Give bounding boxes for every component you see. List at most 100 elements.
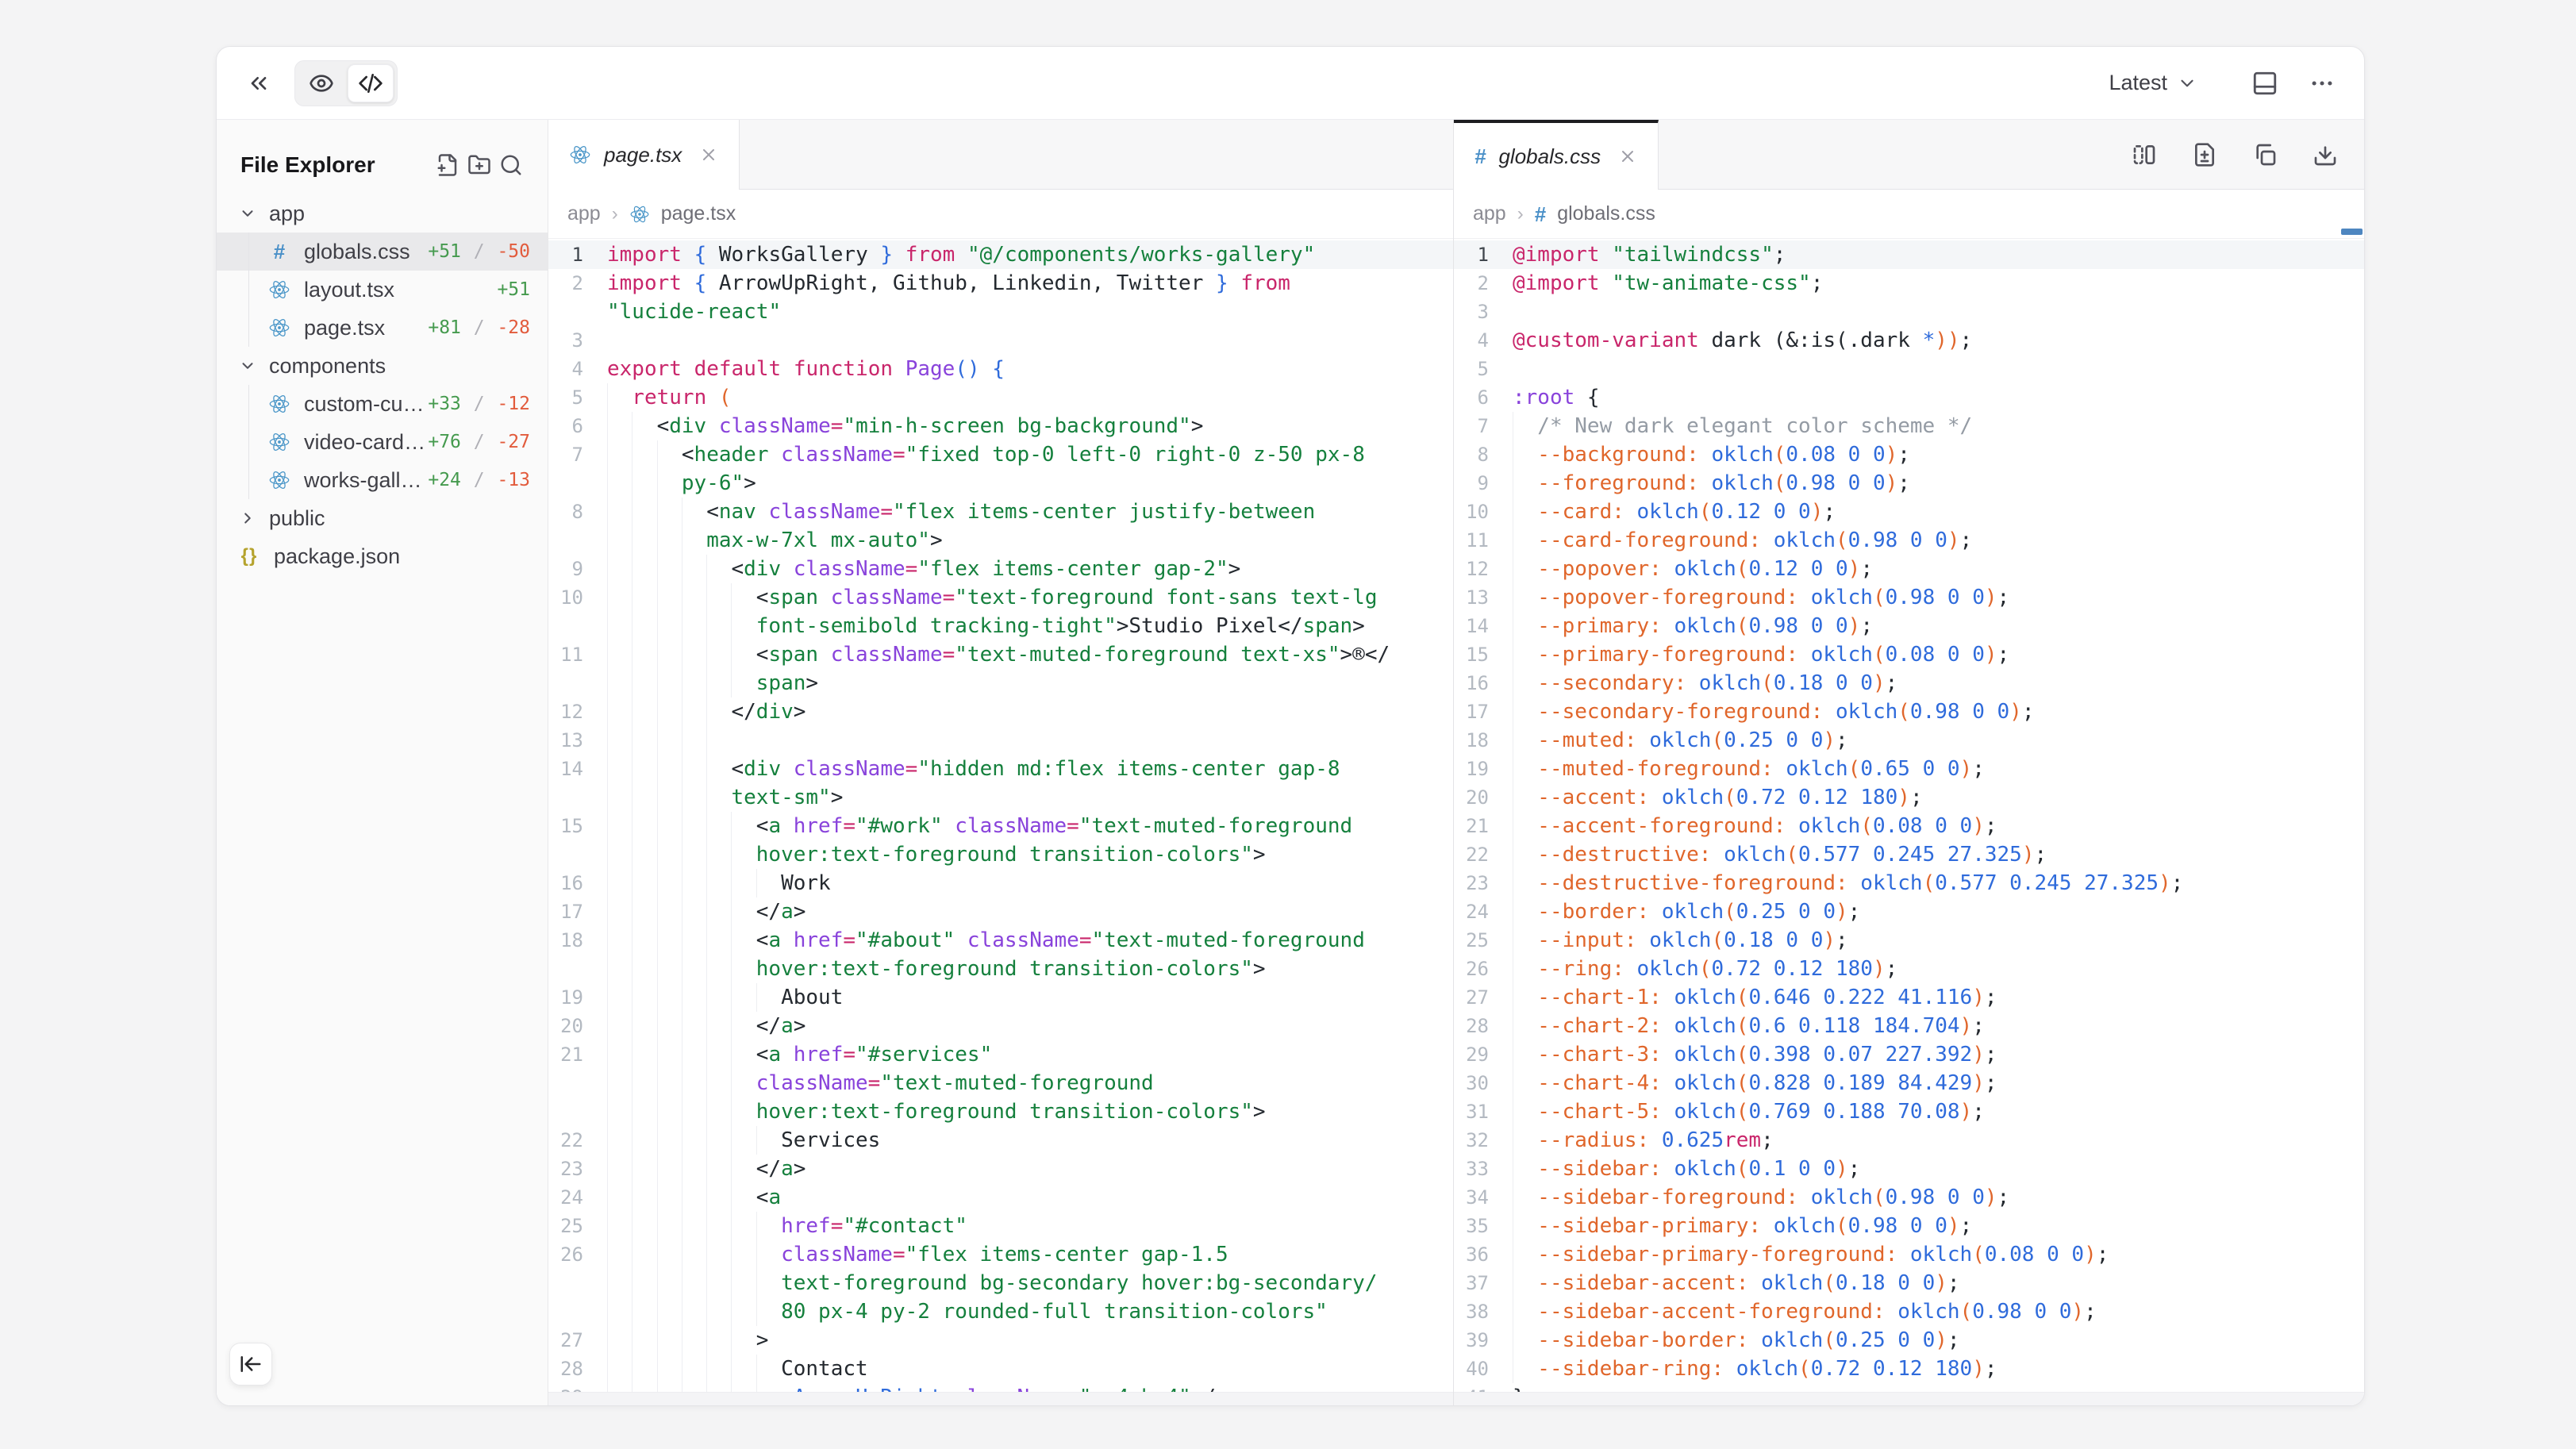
- line-number: 8: [1454, 440, 1489, 469]
- line-number: 15: [1454, 640, 1489, 669]
- file-diff-button[interactable]: [2186, 136, 2223, 173]
- more-options-button[interactable]: [2304, 65, 2340, 102]
- code-row: 28--chart-2: oklch(0.6 0.118 184.704);: [1454, 1012, 2364, 1040]
- line-number: 9: [1454, 469, 1489, 498]
- line-number: 5: [548, 383, 583, 412]
- code-row: 36--sidebar-primary-foreground: oklch(0.…: [1454, 1240, 2364, 1269]
- collapse-panel-button[interactable]: [240, 65, 277, 102]
- file-row[interactable]: {}package.json: [217, 537, 548, 575]
- code-row: 14<div className="hidden md:flex items-c…: [548, 755, 1453, 783]
- line-number: 20: [1454, 783, 1489, 812]
- react-file-icon: [569, 144, 591, 166]
- line-number: 26: [1454, 955, 1489, 983]
- diff-counts: +33 / -12: [428, 394, 530, 414]
- file-explorer-sidebar: File Explorer app#g: [217, 120, 548, 1406]
- file-explorer-title: File Explorer: [240, 152, 375, 178]
- file-tree: app#globals.css+51 / -50layout.tsx+51pag…: [217, 194, 548, 575]
- css-file-icon: #: [1474, 146, 1486, 167]
- line-number: 29: [548, 1383, 583, 1392]
- file-row[interactable]: works-galler…+24 / -13: [217, 461, 548, 499]
- code-row: hover:text-foreground transition-colors"…: [548, 1097, 1453, 1126]
- code-row: 3: [548, 326, 1453, 355]
- code-row: 35--sidebar-primary: oklch(0.98 0 0);: [1454, 1212, 2364, 1240]
- breadcrumb: app › page.tsx: [548, 190, 1453, 239]
- version-dropdown[interactable]: Latest: [2109, 71, 2197, 95]
- folder-row[interactable]: app: [217, 194, 548, 233]
- diff-counts: +76 / -27: [428, 432, 530, 452]
- line-number: [548, 1269, 583, 1297]
- tab-label: page.tsx: [604, 143, 682, 167]
- code-editor[interactable]: 1import { WorksGallery } from "@/compone…: [548, 239, 1453, 1392]
- new-folder-button[interactable]: [463, 149, 495, 181]
- code-row: 9<div className="flex items-center gap-2…: [548, 555, 1453, 583]
- preview-toggle-button[interactable]: [298, 64, 344, 102]
- line-number: 27: [548, 1326, 583, 1355]
- line-number: 17: [1454, 698, 1489, 726]
- horizontal-scrollbar[interactable]: [548, 1392, 1453, 1406]
- line-number: 19: [1454, 755, 1489, 783]
- code-row: 17--secondary-foreground: oklch(0.98 0 0…: [1454, 698, 2364, 726]
- download-button[interactable]: [2307, 136, 2343, 173]
- preview-code-toggle: [294, 60, 398, 106]
- split-view-button[interactable]: [2126, 136, 2163, 173]
- close-tab-button[interactable]: [1618, 147, 1637, 166]
- copy-code-button[interactable]: [2247, 136, 2283, 173]
- chevrons-left-icon: [246, 71, 271, 96]
- panel-bottom-button[interactable]: [2247, 65, 2283, 102]
- code-editor[interactable]: 1@import "tailwindcss";2@import "tw-anim…: [1454, 239, 2364, 1392]
- code-row: 28Contact: [548, 1355, 1453, 1383]
- split-panel-icon: [2132, 142, 2157, 167]
- breadcrumb-separator-icon: ›: [1517, 203, 1524, 225]
- line-number: 20: [548, 1012, 583, 1040]
- line-number: 41: [1454, 1383, 1489, 1392]
- file-row[interactable]: page.tsx+81 / -28: [217, 309, 548, 347]
- file-diff-icon: [2192, 142, 2217, 167]
- scrollbar-thumb[interactable]: [2341, 229, 2363, 235]
- breadcrumb-file: globals.css: [1557, 202, 1655, 225]
- line-number: 40: [1454, 1355, 1489, 1383]
- code-row: 4export default function Page() {: [548, 355, 1453, 383]
- code-row: 38--sidebar-accent-foreground: oklch(0.9…: [1454, 1297, 2364, 1326]
- line-number: 30: [1454, 1069, 1489, 1097]
- code-row: 6:root {: [1454, 383, 2364, 412]
- editor-pane-page-tsx: page.tsx app › page.tsx 1import { WorksG…: [548, 120, 1453, 1406]
- breadcrumb-root[interactable]: app: [1473, 202, 1506, 225]
- code-row: max-w-7xl mx-auto">: [548, 526, 1453, 555]
- new-file-button[interactable]: [432, 149, 463, 181]
- tab-page-tsx[interactable]: page.tsx: [548, 120, 740, 190]
- code-row: 16Work: [548, 869, 1453, 897]
- horizontal-scrollbar[interactable]: [1454, 1392, 2364, 1406]
- file-row[interactable]: video-card.tsx+76 / -27: [217, 423, 548, 461]
- search-files-button[interactable]: [495, 149, 527, 181]
- collapse-sidebar-button[interactable]: [229, 1343, 272, 1386]
- code-row: 33--sidebar: oklch(0.1 0 0);: [1454, 1155, 2364, 1183]
- code-row: 6<div className="min-h-screen bg-backgro…: [548, 412, 1453, 440]
- breadcrumb-root[interactable]: app: [567, 202, 601, 225]
- code-row: 1import { WorksGallery } from "@/compone…: [548, 240, 1453, 269]
- code-row: 30--chart-4: oklch(0.828 0.189 84.429);: [1454, 1069, 2364, 1097]
- line-number: 23: [1454, 869, 1489, 897]
- tab-globals-css[interactable]: # globals.css: [1454, 120, 1659, 190]
- diff-counts: +51: [497, 279, 530, 300]
- code-row: 12--popover: oklch(0.12 0 0);: [1454, 555, 2364, 583]
- code-row: 1@import "tailwindcss";: [1454, 240, 2364, 269]
- file-row[interactable]: layout.tsx+51: [217, 271, 548, 309]
- code-row: 27--chart-1: oklch(0.646 0.222 41.116);: [1454, 983, 2364, 1012]
- line-number: 1: [548, 240, 583, 269]
- folder-row[interactable]: components: [217, 347, 548, 385]
- code-row: 8<nav className="flex items-center justi…: [548, 498, 1453, 526]
- code-row: 5return (: [548, 383, 1453, 412]
- ellipsis-icon: [2309, 70, 2336, 97]
- code-row: 37--sidebar-accent: oklch(0.18 0 0);: [1454, 1269, 2364, 1297]
- close-tab-button[interactable]: [699, 145, 718, 164]
- line-number: 7: [1454, 412, 1489, 440]
- css-file-icon: #: [267, 241, 291, 262]
- line-number: 5: [1454, 355, 1489, 383]
- folder-row[interactable]: public: [217, 499, 548, 537]
- code-toggle-button[interactable]: [348, 64, 394, 102]
- line-number: 16: [1454, 669, 1489, 698]
- file-row[interactable]: custom-curs…+33 / -12: [217, 385, 548, 423]
- code-row: className="text-muted-foreground: [548, 1069, 1453, 1097]
- line-number: 16: [548, 869, 583, 897]
- file-row[interactable]: #globals.css+51 / -50: [217, 233, 548, 271]
